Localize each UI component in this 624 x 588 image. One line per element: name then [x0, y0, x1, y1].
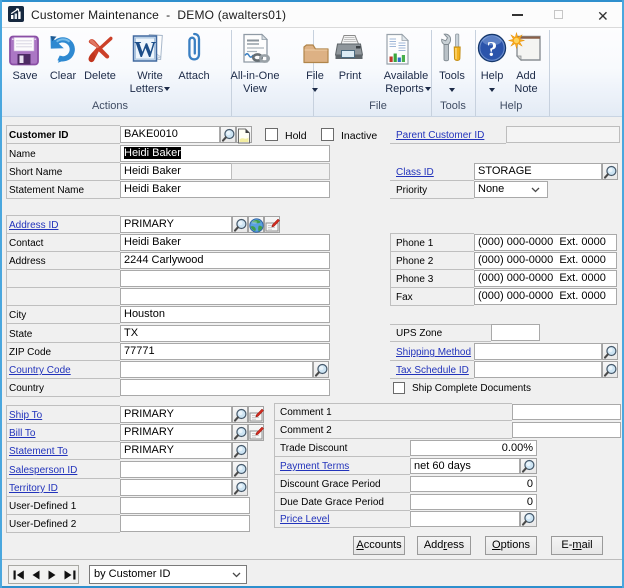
svg-text:?: ? — [487, 37, 498, 61]
svg-text:W: W — [134, 37, 156, 62]
